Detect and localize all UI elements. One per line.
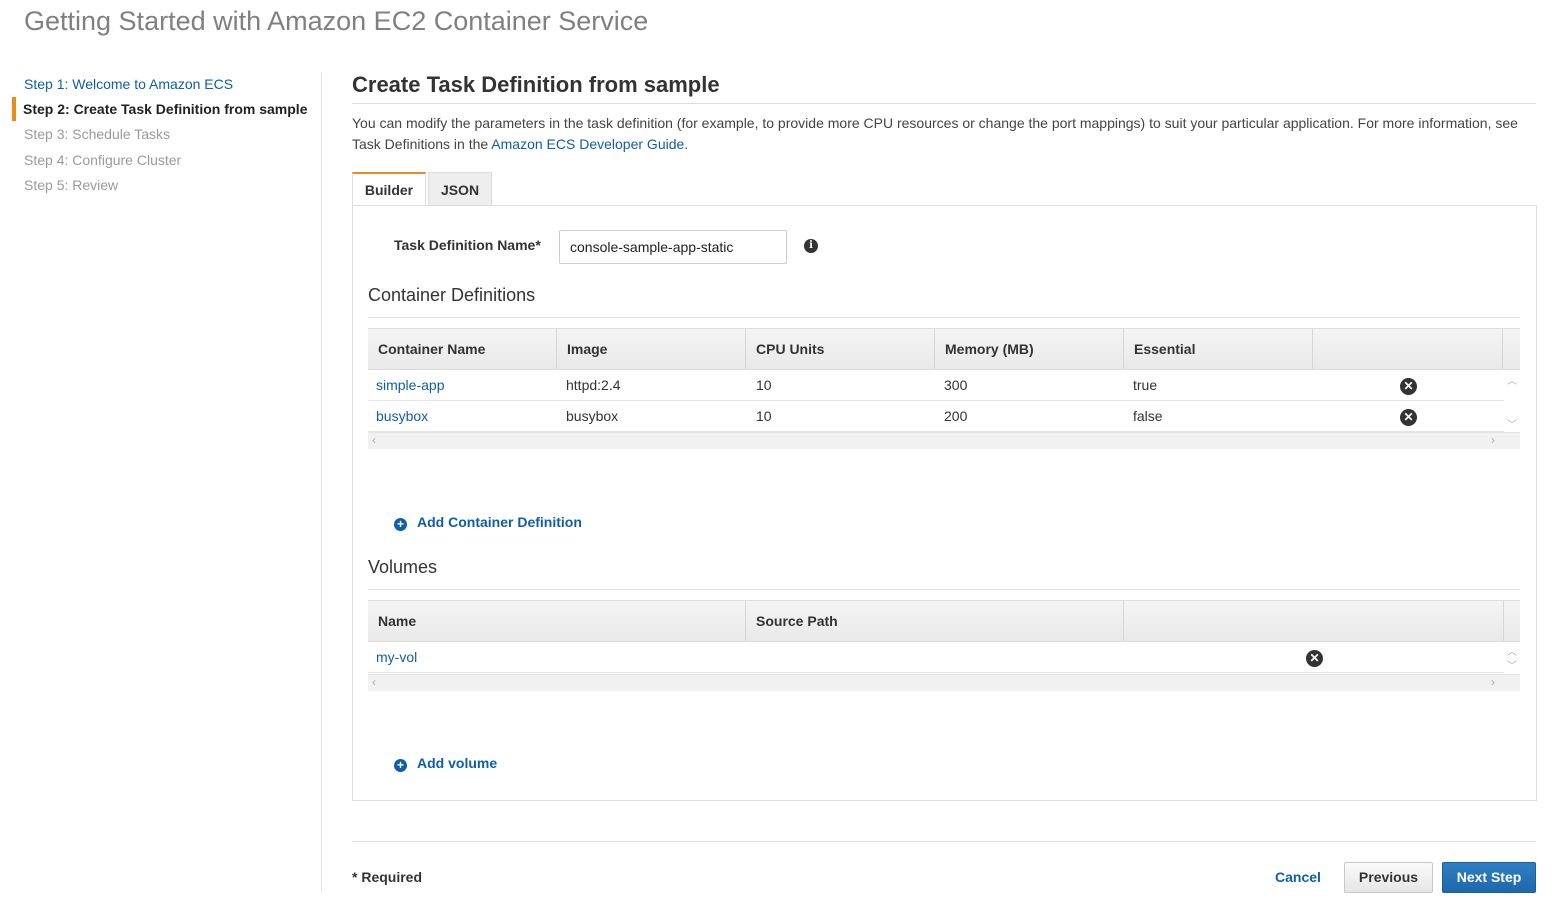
remove-circle-icon[interactable]: ✕ bbox=[1306, 650, 1323, 667]
table-row: simple-app httpd:2.4 10 300 true ✕ bbox=[368, 370, 1504, 401]
sidebar-step-3: Step 3: Schedule Tasks bbox=[24, 126, 171, 142]
tab-builder[interactable]: Builder bbox=[352, 172, 426, 206]
add-container-definition-label: Add Container Definition bbox=[417, 514, 582, 530]
intro-end: . bbox=[684, 136, 689, 152]
column-header-actions bbox=[1124, 601, 1504, 641]
chevron-left-icon[interactable]: ‹ bbox=[372, 675, 376, 690]
chevron-up-icon[interactable]: ︿ bbox=[1507, 643, 1517, 658]
plus-circle-icon: + bbox=[394, 759, 407, 772]
column-header-cpu-units[interactable]: CPU Units bbox=[746, 329, 935, 369]
column-header-container-name[interactable]: Container Name bbox=[368, 329, 557, 369]
sidebar-step-4: Step 4: Configure Cluster bbox=[24, 152, 182, 168]
vertical-scrollbar[interactable]: ︿ ﹀ bbox=[1504, 370, 1520, 432]
sidebar-step-5: Step 5: Review bbox=[24, 177, 119, 193]
table-row: my-vol ✕ bbox=[368, 642, 1504, 673]
column-header-source-path[interactable]: Source Path bbox=[746, 601, 1124, 641]
add-volume-label: Add volume bbox=[417, 755, 498, 771]
table-row: busybox busybox 10 200 false ✕ bbox=[368, 401, 1504, 432]
column-header-image[interactable]: Image bbox=[557, 329, 746, 369]
memory-cell: 200 bbox=[944, 408, 968, 424]
previous-button[interactable]: Previous bbox=[1344, 862, 1433, 893]
active-step-indicator bbox=[12, 97, 16, 121]
add-container-definition-button[interactable]: + Add Container Definition bbox=[394, 514, 582, 531]
remove-circle-icon[interactable]: ✕ bbox=[1400, 409, 1417, 426]
task-definition-name-label: Task Definition Name* bbox=[394, 237, 541, 253]
volumes-title: Volumes bbox=[368, 557, 438, 577]
divider bbox=[368, 317, 1520, 318]
next-step-button[interactable]: Next Step bbox=[1442, 862, 1536, 893]
wizard-steps-sidebar: Step 1: Welcome to Amazon ECS Step 2: Cr… bbox=[0, 72, 322, 892]
required-note: * Required bbox=[352, 869, 423, 885]
chevron-down-icon[interactable]: ﹀ bbox=[1507, 416, 1517, 431]
memory-cell: 300 bbox=[944, 377, 968, 393]
container-definitions-title: Container Definitions bbox=[368, 285, 536, 305]
cancel-button[interactable]: Cancel bbox=[1262, 862, 1334, 892]
container-definitions-table: Container Name Image CPU Units Memory (M… bbox=[368, 328, 1520, 450]
sidebar-step-2: Step 2: Create Task Definition from samp… bbox=[23, 101, 308, 117]
column-header-name[interactable]: Name bbox=[368, 601, 746, 641]
essential-cell: false bbox=[1133, 408, 1163, 424]
chevron-up-icon[interactable]: ︿ bbox=[1507, 372, 1517, 387]
divider bbox=[368, 589, 1520, 590]
column-header-actions bbox=[1313, 329, 1503, 369]
divider bbox=[352, 841, 1536, 842]
horizontal-scrollbar[interactable]: ‹ › bbox=[368, 432, 1520, 449]
vertical-scrollbar[interactable]: ︿ ﹀ bbox=[1504, 642, 1520, 674]
add-volume-button[interactable]: + Add volume bbox=[394, 755, 497, 772]
chevron-down-icon[interactable]: ﹀ bbox=[1507, 657, 1517, 672]
container-name-link[interactable]: busybox bbox=[376, 401, 428, 431]
volume-name-link[interactable]: my-vol bbox=[376, 642, 417, 672]
task-definition-name-input[interactable] bbox=[559, 230, 787, 264]
table-header: Container Name Image CPU Units Memory (M… bbox=[368, 328, 1520, 370]
remove-circle-icon[interactable]: ✕ bbox=[1400, 378, 1417, 395]
column-header-essential[interactable]: Essential bbox=[1124, 329, 1313, 369]
horizontal-scrollbar[interactable]: ‹ › bbox=[368, 674, 1520, 691]
chevron-right-icon[interactable]: › bbox=[1491, 433, 1495, 448]
plus-circle-icon: + bbox=[394, 518, 407, 531]
developer-guide-link[interactable]: Amazon ECS Developer Guide bbox=[491, 136, 684, 152]
cpu-cell: 10 bbox=[756, 377, 772, 393]
info-icon[interactable]: i bbox=[804, 239, 818, 253]
chevron-left-icon[interactable]: ‹ bbox=[372, 433, 376, 448]
chevron-right-icon[interactable]: › bbox=[1491, 675, 1495, 690]
page-title: Getting Started with Amazon EC2 Containe… bbox=[24, 6, 649, 36]
sidebar-step-1[interactable]: Step 1: Welcome to Amazon ECS bbox=[24, 76, 233, 92]
divider bbox=[352, 103, 1536, 104]
cpu-cell: 10 bbox=[756, 408, 772, 424]
container-name-link[interactable]: simple-app bbox=[376, 370, 444, 400]
volumes-table: Name Source Path my-vol ✕ ︿ ﹀ ‹ › bbox=[368, 600, 1520, 692]
section-heading: Create Task Definition from sample bbox=[352, 72, 720, 97]
image-cell: httpd:2.4 bbox=[566, 377, 621, 393]
table-header: Name Source Path bbox=[368, 600, 1520, 642]
tab-json[interactable]: JSON bbox=[428, 172, 492, 206]
column-header-memory[interactable]: Memory (MB) bbox=[935, 329, 1124, 369]
intro-paragraph: You can modify the parameters in the tas… bbox=[352, 113, 1532, 155]
image-cell: busybox bbox=[566, 408, 619, 424]
essential-cell: true bbox=[1133, 377, 1158, 393]
